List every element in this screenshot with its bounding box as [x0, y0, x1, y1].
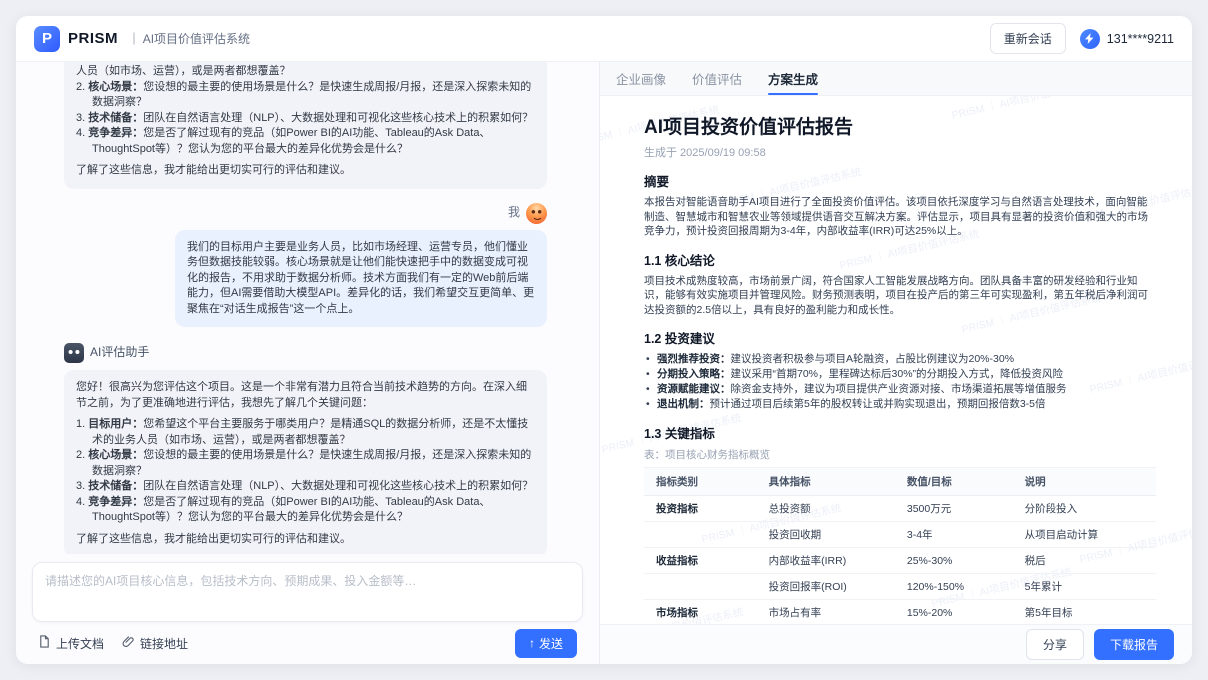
table-header: 数值/目标: [895, 468, 1013, 496]
table-row: 投资回收期 3-4年 从项目启动计算: [644, 522, 1156, 548]
table-header: 说明: [1013, 468, 1156, 496]
chat-message-list[interactable]: 人员（如市场、运营），或是两者都想覆盖？ 2. 核心场景：您设想的最主要的使用场…: [16, 62, 599, 554]
ai-sender-label: AI评估助手: [90, 345, 149, 361]
ai-message-bubble: 您好！很高兴为您评估这个项目。这是一个非常有潜力且符合当前技术趋势的方向。在深入…: [64, 370, 547, 554]
document-icon: [38, 635, 51, 651]
upload-document-button[interactable]: 上传文档: [38, 635, 104, 652]
tab-value-assessment[interactable]: 价值评估: [692, 62, 742, 95]
table-header-row: 指标类别 具体指标 数值/目标 说明: [644, 468, 1156, 496]
paperclip-icon: [122, 635, 135, 651]
table-cell: 市场指标: [644, 600, 757, 625]
table-header: 指标类别: [644, 468, 757, 496]
chat-pane: 人员（如市场、运营），或是两者都想覆盖？ 2. 核心场景：您设想的最主要的使用场…: [16, 62, 600, 664]
list-item: 4. 竞争差异：您是否了解过现有的竞品（如Power BI的AI功能、Table…: [76, 126, 535, 157]
restart-session-button[interactable]: 重新会话: [990, 23, 1066, 54]
section-1-2-heading: 1.2 投资建议: [644, 328, 1156, 347]
table-cell: 从项目启动计算: [1013, 522, 1156, 548]
composer: [32, 562, 583, 622]
user-message-text: 我们的目标用户主要是业务人员，比如市场经理、运营专员，他们懂业务但数据技能较弱。…: [187, 240, 535, 318]
table-cell: 总投资额: [757, 496, 895, 522]
ai-avatar: [64, 343, 84, 363]
account-logo-icon: [1080, 29, 1100, 49]
table-cell: 5年累计: [1013, 574, 1156, 600]
link-address-button[interactable]: 链接地址: [122, 635, 188, 652]
user-sender-label: 我: [508, 205, 520, 221]
user-avatar: [526, 203, 547, 224]
share-button[interactable]: 分享: [1026, 629, 1084, 660]
table-cell: 市场占有率: [757, 600, 895, 625]
table-cell: [644, 574, 757, 600]
report-footer: 分享 下载报告: [600, 624, 1192, 664]
recommendation-item: 强烈推荐投资：建议投资者积极参与项目A轮融资，占股比例建议为20%-30%: [644, 352, 1156, 367]
table-cell: 投资指标: [644, 496, 757, 522]
table-caption: 表：项目核心财务指标概览: [644, 447, 1156, 462]
user-message-bubble: 我们的目标用户主要是业务人员，比如市场经理、运营专员，他们懂业务但数据技能较弱。…: [175, 230, 547, 328]
table-row: 收益指标 内部收益率(IRR) 25%-30% 税后: [644, 548, 1156, 574]
table-cell: 第5年目标: [1013, 600, 1156, 625]
table-cell: 25%-30%: [895, 548, 1013, 574]
table-cell: 120%-150%: [895, 574, 1013, 600]
list-item: 2. 核心场景：您设想的最主要的使用场景是什么？是快速生成周报/月报，还是深入探…: [76, 448, 535, 479]
message-tail-line: 人员（如市场、运营），或是两者都想覆盖？: [76, 64, 535, 80]
prism-logo-icon: P: [34, 26, 60, 52]
list-item: 3. 技术储备：团队在自然语言处理（NLP）、大数据处理和可视化这些核心技术上的…: [76, 479, 535, 495]
recommendation-item: 分期投入策略：建议采用“首期70%，里程碑达标后30%”的分期投入方式，降低投资…: [644, 367, 1156, 382]
table-cell: 3500万元: [895, 496, 1013, 522]
table-cell: 投资回报率(ROI): [757, 574, 895, 600]
summary-paragraph: 本报告对智能语音助手AI项目进行了全面投资价值评估。该项目依托深度学习与自然语言…: [644, 195, 1156, 239]
chat-toolbar: 上传文档 链接地址 ↑ 发送: [16, 622, 599, 664]
app-window: P PRISM ｜ AI项目价值评估系统 重新会话 131****9211 人员…: [16, 16, 1192, 664]
table-cell: 收益指标: [644, 548, 757, 574]
list-item: 1. 目标用户：您希望这个平台主要服务于哪类用户？是精通SQL的数据分析师，还是…: [76, 417, 535, 448]
table-cell: [644, 522, 757, 548]
table-row: 投资回报率(ROI) 120%-150% 5年累计: [644, 574, 1156, 600]
arrow-up-icon: ↑: [529, 636, 535, 650]
table-row: 市场指标 市场占有率 15%-20% 第5年目标: [644, 600, 1156, 625]
section-1-1-paragraph: 项目技术成熟度较高，市场前景广阔，符合国家人工智能发展战略方向。团队具备丰富的研…: [644, 274, 1156, 318]
table-cell: 3-4年: [895, 522, 1013, 548]
tab-company-profile[interactable]: 企业画像: [616, 62, 666, 95]
brand-subtitle: ｜ AI项目价值评估系统: [128, 30, 250, 47]
tab-plan-generation[interactable]: 方案生成: [768, 62, 818, 95]
list-item: 2. 核心场景：您设想的最主要的使用场景是什么？是快速生成周报/月报，还是深入探…: [76, 80, 535, 111]
table-cell: 分阶段投入: [1013, 496, 1156, 522]
user-sender-row: 我: [508, 203, 547, 224]
ai-message-bubble-partial: 人员（如市场、运营），或是两者都想覆盖？ 2. 核心场景：您设想的最主要的使用场…: [64, 62, 547, 189]
list-item: 3. 技术储备：团队在自然语言处理（NLP）、大数据处理和可视化这些核心技术上的…: [76, 111, 535, 127]
user-phone-number: 131****9211: [1107, 32, 1174, 46]
download-report-button[interactable]: 下载报告: [1094, 629, 1174, 660]
account-badge[interactable]: 131****9211: [1080, 29, 1174, 49]
table-cell: 税后: [1013, 548, 1156, 574]
message-intro: 您好！很高兴为您评估这个项目。这是一个非常有潜力且符合当前技术趋势的方向。在深入…: [76, 380, 535, 411]
key-metrics-table: 指标类别 具体指标 数值/目标 说明 投资指标 总投资额 3500万元: [644, 467, 1156, 624]
message-input[interactable]: [45, 572, 570, 612]
report-title: AI项目投资价值评估报告: [644, 112, 1156, 139]
recommendation-item: 资源赋能建议：除资金支持外，建议为项目提供产业资源对接、市场渠道拓展等增值服务: [644, 382, 1156, 397]
app-header: P PRISM ｜ AI项目价值评估系统 重新会话 131****9211: [16, 16, 1192, 62]
report-content: AI项目投资价值评估报告 生成于 2025/09/19 09:58 摘要 本报告…: [600, 96, 1192, 624]
table-cell: 15%-20%: [895, 600, 1013, 625]
list-item: 4. 竞争差异：您是否了解过现有的竞品（如Power BI的AI功能、Table…: [76, 495, 535, 526]
report-tabs: 企业画像 价值评估 方案生成: [600, 62, 1192, 96]
table-header: 具体指标: [757, 468, 895, 496]
table-cell: 内部收益率(IRR): [757, 548, 895, 574]
section-1-1-heading: 1.1 核心结论: [644, 250, 1156, 269]
message-closing-line: 了解了这些信息，我才能给出更切实可行的评估和建议。: [76, 532, 535, 548]
brand-name: PRISM: [68, 30, 118, 47]
section-1-3-heading: 1.3 关键指标: [644, 423, 1156, 442]
send-button[interactable]: ↑ 发送: [515, 629, 577, 658]
report-generated-time: 生成于 2025/09/19 09:58: [644, 144, 1156, 160]
report-pane: 企业画像 价值评估 方案生成 PRISM ｜ AI项目价值评估系统 PRISM …: [600, 62, 1192, 664]
message-closing-line: 了解了这些信息，我才能给出更切实可行的评估和建议。: [76, 163, 535, 179]
recommendation-item: 退出机制：预计通过项目后续第5年的股权转让或并购实现退出，预期回报倍数3-5倍: [644, 397, 1156, 412]
report-scroll-area[interactable]: PRISM ｜ AI项目价值评估系统 PRISM ｜ AI项目价值评估系统 PR…: [600, 96, 1192, 624]
ai-sender-row: AI评估助手: [64, 343, 149, 363]
table-row: 投资指标 总投资额 3500万元 分阶段投入: [644, 496, 1156, 522]
table-cell: 投资回收期: [757, 522, 895, 548]
summary-heading: 摘要: [644, 171, 1156, 190]
